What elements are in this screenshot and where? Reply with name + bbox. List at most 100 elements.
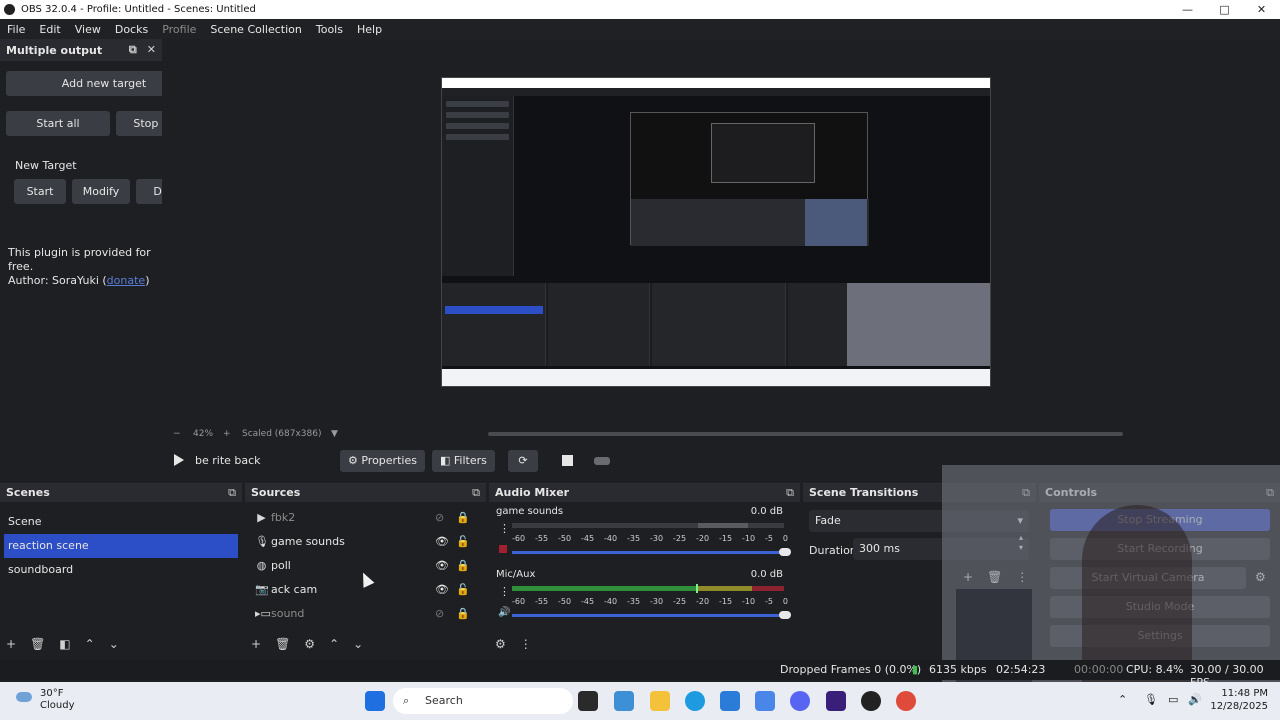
volume-icon[interactable]: 🔊 [1188, 693, 1202, 706]
float-icon[interactable]: ⧉ [129, 43, 137, 57]
move-down-icon[interactable]: ⌄ [109, 637, 119, 651]
program-preview[interactable] [441, 77, 991, 387]
start-all-button[interactable]: Start all [6, 111, 110, 136]
lock-icon[interactable]: 🔒 [456, 607, 470, 620]
modify-target-button[interactable]: Modify [72, 179, 130, 204]
menu-tools[interactable]: Tools [309, 23, 350, 36]
mute-icon[interactable] [499, 545, 507, 553]
trash-icon[interactable]: 🗑 [987, 570, 1002, 584]
properties-button[interactable]: ⚙ Properties [340, 450, 425, 472]
menu-profile[interactable]: Profile [155, 23, 203, 36]
play-icon[interactable] [174, 454, 184, 466]
menu-docks[interactable]: Docks [108, 23, 155, 36]
transition-menu-icon[interactable]: ⋮ [1016, 570, 1028, 584]
menu-file[interactable]: File [0, 23, 32, 36]
task-view-icon[interactable] [578, 691, 598, 711]
volume-slider[interactable] [512, 614, 784, 617]
obs-taskbar-icon[interactable] [861, 691, 881, 711]
menu-help[interactable]: Help [350, 23, 389, 36]
float-icon[interactable]: ⧉ [1266, 484, 1274, 502]
windows-start-icon[interactable] [365, 691, 385, 711]
mixer-menu-icon[interactable]: ⋮ [520, 637, 532, 651]
add-target-button[interactable]: Add new target [6, 71, 162, 96]
editor-icon[interactable] [826, 691, 846, 711]
taskbar-search[interactable]: ⌕ Search [393, 688, 573, 714]
float-icon[interactable]: ⧉ [1022, 484, 1030, 502]
menu-edit[interactable]: Edit [32, 23, 67, 36]
eye-icon[interactable]: 👁 [435, 535, 449, 548]
scene-item[interactable]: Scene [0, 510, 242, 534]
channel-menu-icon[interactable]: ⋮ [499, 522, 510, 535]
lock-icon[interactable]: 🔒 [456, 511, 470, 524]
hidden-eye-icon[interactable]: ⊘ [435, 607, 444, 620]
duration-field[interactable]: 300 ms ▴ ▾ [853, 533, 1029, 560]
copilot-icon[interactable] [614, 691, 634, 711]
chrome-icon[interactable] [896, 691, 916, 711]
eye-icon[interactable]: 👁 [435, 583, 449, 596]
stepper-icon[interactable]: ▴ ▾ [1019, 533, 1023, 553]
chevron-up-icon[interactable]: ⌃ [1118, 693, 1127, 706]
preview-scrollbar[interactable] [488, 432, 1123, 436]
close-dock-icon[interactable]: ✕ [147, 43, 156, 57]
float-icon[interactable]: ⧉ [786, 484, 794, 502]
float-icon[interactable]: ⧉ [228, 484, 236, 502]
start-virtual-camera-button[interactable]: Start Virtual Camera [1050, 567, 1246, 589]
scene-item[interactable]: soundboard [0, 558, 242, 582]
move-up-icon[interactable]: ⌃ [85, 637, 95, 651]
studio-mode-button[interactable]: Studio Mode [1050, 596, 1270, 618]
volume-slider[interactable] [512, 551, 784, 554]
volume-knob[interactable] [779, 548, 791, 556]
close-icon[interactable]: ✕ [1243, 0, 1280, 19]
clock[interactable]: 11:48 PM 12/28/2025 [1210, 687, 1268, 713]
scale-dropdown-icon[interactable]: ▼ [331, 429, 338, 439]
microphone-icon[interactable]: 🎙 [1144, 693, 1158, 706]
lock-icon[interactable]: 🔓 [456, 535, 470, 548]
donate-link[interactable]: donate [107, 274, 146, 287]
start-recording-button[interactable]: Start Recording [1050, 538, 1270, 560]
source-row[interactable]: 🎙 game sounds 👁 🔓 [245, 530, 475, 554]
scene-item-selected[interactable]: reaction scene [4, 534, 238, 558]
media-slider[interactable] [594, 457, 610, 465]
stop-button[interactable] [556, 450, 580, 472]
trash-icon[interactable]: 🗑 [275, 637, 290, 651]
edge-icon[interactable] [685, 691, 705, 711]
scene-filter-icon[interactable]: ◧ [59, 637, 70, 651]
gear-icon[interactable]: ⚙ [304, 637, 315, 651]
add-icon[interactable]: + [6, 637, 16, 651]
menu-view[interactable]: View [68, 23, 108, 36]
maximize-icon[interactable]: □ [1206, 0, 1243, 19]
store-icon[interactable] [720, 691, 740, 711]
stop-streaming-button[interactable]: Stop Streaming [1050, 509, 1270, 531]
app-icon[interactable] [755, 691, 775, 711]
speaker-icon[interactable]: 🔊 [498, 607, 510, 618]
delete-target-button[interactable]: De [136, 179, 162, 204]
filters-button[interactable]: ◧ Filters [432, 450, 495, 472]
lock-icon[interactable]: 🔓 [456, 583, 470, 596]
discord-icon[interactable] [790, 691, 810, 711]
move-up-icon[interactable]: ⌃ [329, 637, 339, 651]
lock-icon[interactable]: 🔒 [456, 559, 470, 572]
refresh-button[interactable]: ⟳ [508, 450, 538, 472]
start-target-button[interactable]: Start [14, 179, 66, 204]
zoom-in-icon[interactable]: + [223, 429, 231, 439]
network-icon[interactable]: ▭ [1168, 693, 1178, 706]
add-icon[interactable]: + [963, 570, 973, 584]
trash-icon[interactable]: 🗑 [30, 637, 45, 651]
eye-icon[interactable]: 👁 [435, 559, 449, 572]
volume-knob[interactable] [779, 611, 791, 619]
minimize-icon[interactable]: — [1169, 0, 1206, 19]
stop-all-button[interactable]: Stop a [116, 111, 162, 136]
float-icon[interactable]: ⧉ [472, 484, 480, 502]
source-row[interactable]: ▸▭ sound ⊘ 🔒 [245, 602, 475, 626]
file-explorer-icon[interactable] [650, 691, 670, 711]
settings-button[interactable]: Settings [1050, 625, 1270, 647]
add-icon[interactable]: + [251, 637, 261, 651]
channel-menu-icon[interactable]: ⋮ [499, 585, 510, 598]
advanced-audio-icon[interactable]: ⚙ [495, 637, 506, 651]
zoom-out-icon[interactable]: − [173, 429, 181, 439]
hidden-eye-icon[interactable]: ⊘ [435, 511, 444, 524]
menu-scene-collection[interactable]: Scene Collection [203, 23, 308, 36]
move-down-icon[interactable]: ⌄ [353, 637, 363, 651]
source-row[interactable]: ▶ fbk2 ⊘ 🔒 [245, 506, 475, 530]
transition-select[interactable]: Fade ▾ [809, 510, 1029, 532]
